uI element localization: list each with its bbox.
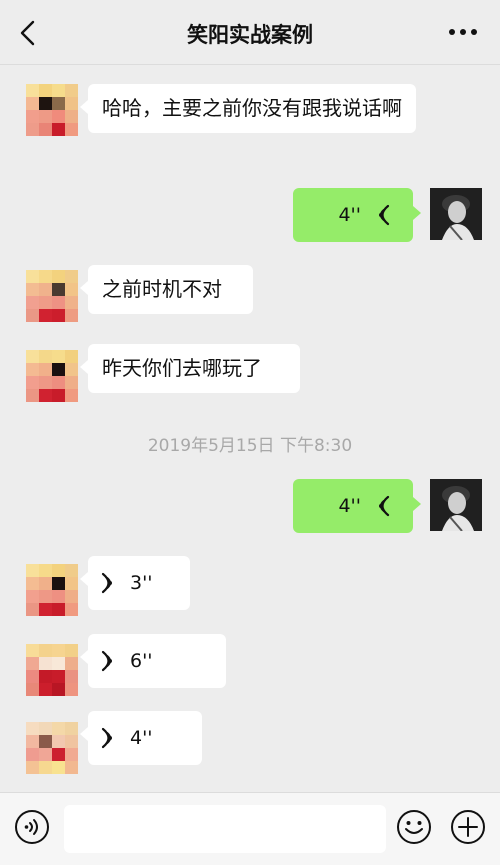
voice-wave-icon: [101, 727, 112, 749]
voice-duration: 4'': [338, 494, 361, 517]
voice-wave-icon: [379, 204, 390, 226]
input-bar: [0, 792, 500, 865]
contact-avatar[interactable]: [26, 270, 78, 322]
contact-avatar[interactable]: [26, 722, 78, 774]
message-input[interactable]: [64, 805, 386, 853]
voice-duration: 3'': [130, 571, 153, 594]
received-voice-bubble[interactable]: 3'': [80, 556, 190, 610]
contact-avatar[interactable]: [26, 564, 78, 616]
message-text: 之前时机不对: [102, 277, 222, 301]
chat-title: 笑阳实战案例: [187, 23, 313, 47]
voice-wave-icon: [379, 495, 390, 517]
my-avatar-photo: [430, 188, 482, 240]
timestamp: 2019年5月15日 下午8:30: [147, 436, 353, 456]
received-text-bubble[interactable]: 之前时机不对: [80, 265, 253, 314]
voice-duration: 4'': [338, 203, 361, 226]
received-text-bubble[interactable]: 昨天你们去哪玩了: [80, 344, 300, 393]
voice-wave-icon: [101, 572, 112, 594]
voice-mode-icon[interactable]: [14, 809, 50, 845]
nav-bar: 笑阳实战案例: [0, 0, 500, 65]
sent-voice-bubble[interactable]: 4'': [293, 188, 421, 242]
more-dots-icon[interactable]: [448, 26, 478, 38]
voice-wave-icon: [101, 650, 112, 672]
my-avatar[interactable]: [430, 188, 482, 240]
message-text: 昨天你们去哪玩了: [102, 356, 262, 380]
my-avatar[interactable]: [430, 479, 482, 531]
contact-avatar[interactable]: [26, 350, 78, 402]
my-avatar-photo: [430, 479, 482, 531]
received-voice-bubble[interactable]: 6'': [80, 634, 226, 688]
received-voice-bubble[interactable]: 4'': [80, 711, 202, 765]
voice-duration: 4'': [130, 726, 153, 749]
sent-voice-bubble[interactable]: 4'': [293, 479, 421, 533]
received-text-bubble[interactable]: 哈哈，主要之前你没有跟我说话啊: [80, 84, 416, 133]
contact-avatar[interactable]: [26, 644, 78, 696]
message-text: 哈哈，主要之前你没有跟我说话啊: [102, 96, 402, 120]
emoji-icon[interactable]: [396, 809, 432, 845]
voice-duration: 6'': [130, 649, 153, 672]
plus-icon[interactable]: [450, 809, 486, 845]
contact-avatar[interactable]: [26, 84, 78, 136]
